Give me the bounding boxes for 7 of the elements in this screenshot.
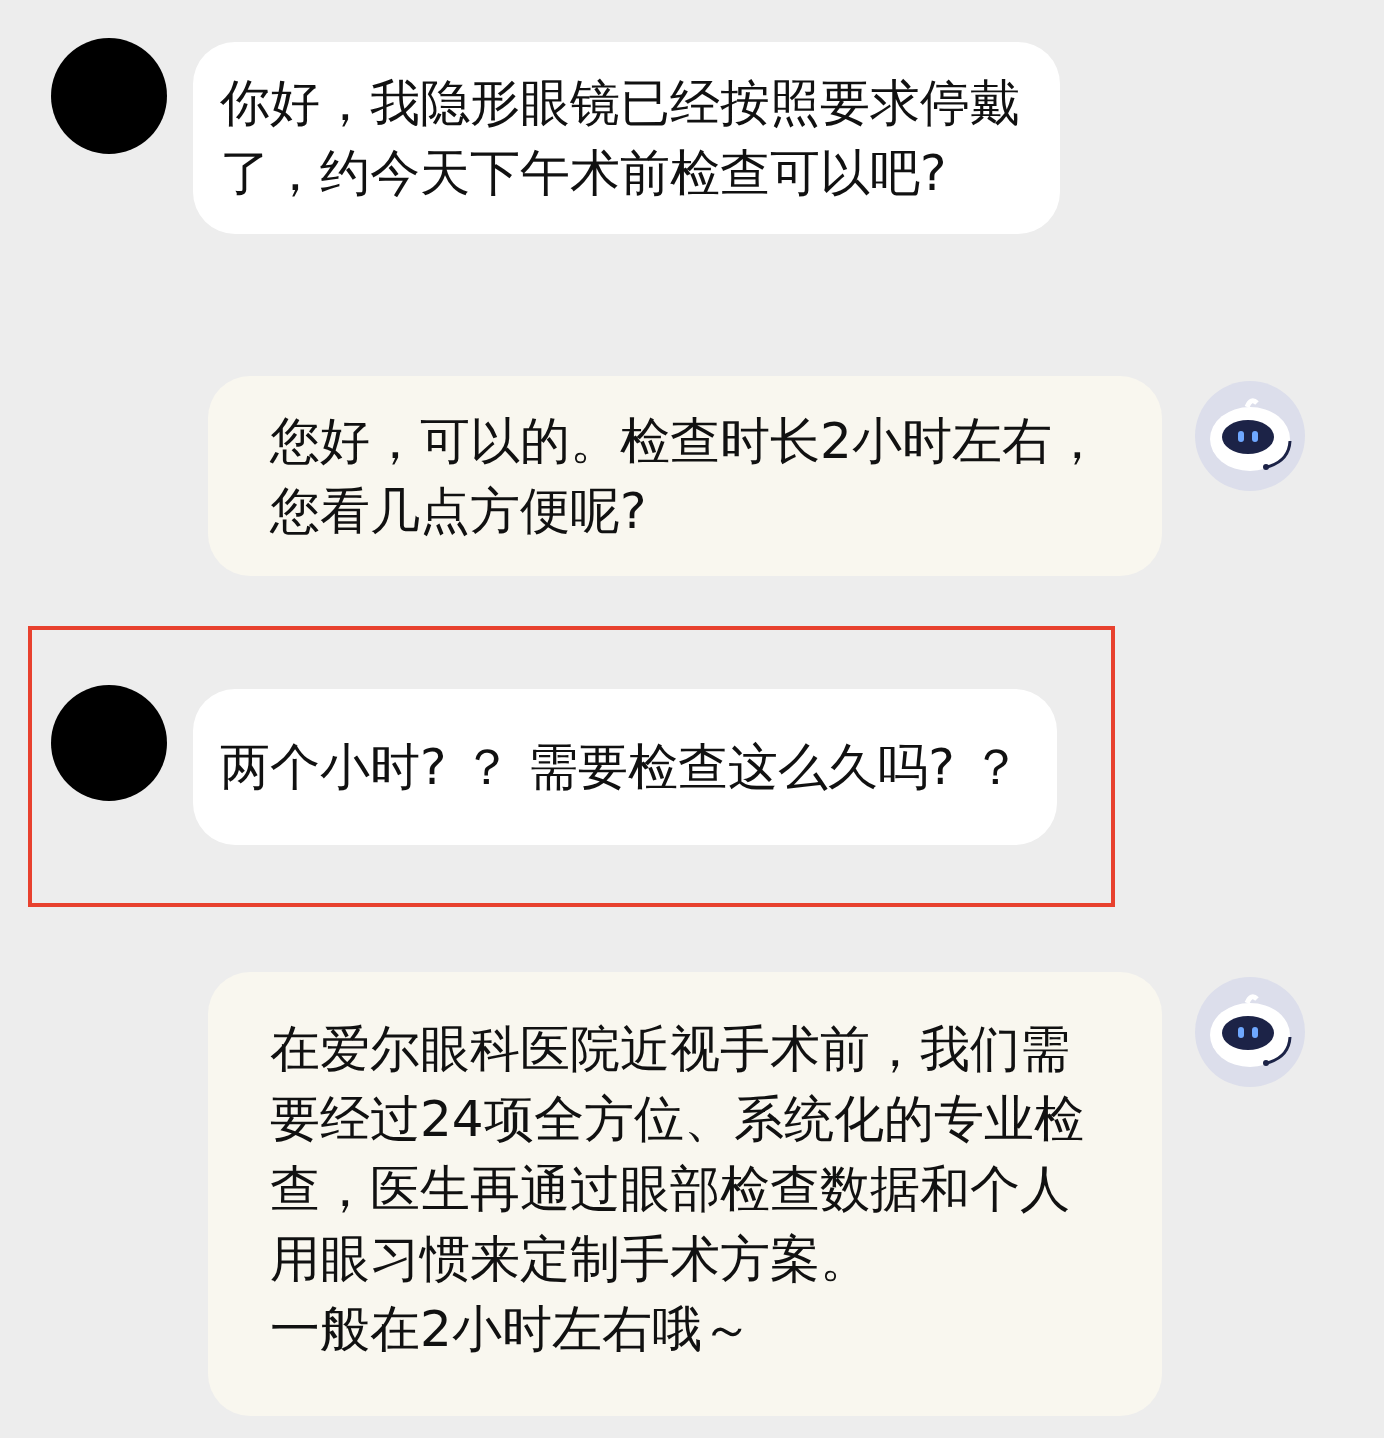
message-text: 一般在2小时左右哦～ — [270, 1299, 753, 1360]
message-text: 您好，可以的。检查时长2小时左右，您看几点方便呢? — [270, 411, 1103, 542]
robot-avatar-icon — [1195, 381, 1305, 491]
message-text: 两个小时? ？ 需要检查这么久吗? ？ — [220, 737, 1021, 798]
message-text: 你好，我隐形眼镜已经按照要求停戴了，约今天下午术前检查可以吧? — [220, 73, 1021, 204]
message-text: 在爱尔眼科医院近视手术前，我们需要经过24项全方位、系统化的专业检查，医生再通过眼部检查数据和个人用眼习惯来定制手术方案。 — [270, 1019, 1085, 1290]
robot-avatar-icon — [1195, 977, 1305, 1087]
